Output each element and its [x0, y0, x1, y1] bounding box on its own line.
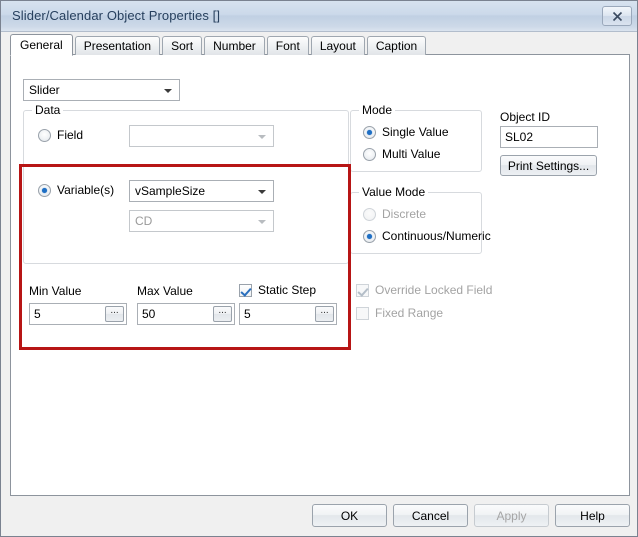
- field-radio-label: Field: [57, 128, 84, 142]
- chevron-down-icon: [258, 220, 266, 224]
- properties-dialog-window: Slider/Calendar Object Properties [] Gen…: [0, 0, 638, 537]
- chevron-down-icon: [164, 89, 172, 93]
- object-id-label: Object ID: [500, 110, 551, 124]
- static-step-browse-button[interactable]: ...: [315, 306, 334, 322]
- min-value-input[interactable]: 5 ...: [29, 303, 127, 325]
- mode-option-single-value[interactable]: Single Value: [363, 125, 449, 139]
- apply-button: Apply: [474, 504, 549, 527]
- fixed-range-label: Fixed Range: [375, 306, 444, 320]
- tab-general[interactable]: General: [10, 34, 73, 56]
- help-button[interactable]: Help: [555, 504, 630, 527]
- data-group-title: Data: [32, 103, 64, 117]
- radio-dot-icon: [363, 125, 376, 139]
- general-tab-panel: Slider Data Field Variable(s) vSampleSiz…: [10, 54, 630, 496]
- field-radio[interactable]: Field: [38, 128, 83, 142]
- static-step-label: Static Step: [258, 283, 317, 297]
- value-mode-group-title: Value Mode: [359, 185, 429, 199]
- tab-caption[interactable]: Caption: [366, 36, 427, 55]
- tab-font[interactable]: Font: [266, 36, 309, 55]
- override-locked-field-label: Override Locked Field: [375, 283, 493, 297]
- mode-option-multi-value-label: Multi Value: [382, 147, 441, 161]
- override-locked-field-checkbox[interactable]: Override Locked Field: [356, 283, 492, 297]
- close-icon[interactable]: [602, 6, 632, 26]
- max-value-browse-button[interactable]: ...: [213, 306, 232, 322]
- value-mode-option-continuous-numeric-label: Continuous/Numeric: [382, 229, 491, 243]
- fixed-range-checkbox[interactable]: Fixed Range: [356, 306, 443, 320]
- cancel-button[interactable]: Cancel: [393, 504, 468, 527]
- radio-dot-icon: [363, 147, 376, 161]
- max-value-text: 50: [142, 307, 156, 321]
- object-id-input[interactable]: SL02: [500, 126, 598, 148]
- mode-option-single-value-label: Single Value: [382, 125, 449, 139]
- mode-group: Mode Single Value Multi Value: [350, 103, 482, 172]
- min-value-browse-button[interactable]: ...: [105, 306, 124, 322]
- mode-option-multi-value[interactable]: Multi Value: [363, 147, 440, 161]
- radio-dot-icon: [38, 183, 51, 197]
- object-type-combo-value: Slider: [29, 83, 60, 97]
- print-settings-button[interactable]: Print Settings...: [500, 155, 597, 176]
- max-value-input[interactable]: 50 ...: [137, 303, 235, 325]
- field-combo[interactable]: [129, 125, 274, 147]
- ok-button[interactable]: OK: [312, 504, 387, 527]
- max-value-label: Max Value: [137, 284, 193, 298]
- variables-radio-label: Variable(s): [57, 183, 115, 197]
- tab-sort[interactable]: Sort: [162, 36, 203, 55]
- secondary-combo-value: CD: [135, 214, 153, 228]
- checkbox-check-icon: [356, 306, 369, 320]
- radio-dot-icon: [363, 207, 376, 221]
- variables-radio[interactable]: Variable(s): [38, 183, 114, 197]
- static-step-text: 5: [244, 307, 251, 321]
- checkbox-check-icon: [356, 283, 369, 297]
- data-group: Data Field Variable(s) vSampleSize CD: [23, 103, 349, 264]
- variables-combo[interactable]: vSampleSize: [129, 180, 274, 202]
- tab-layout[interactable]: Layout: [310, 36, 365, 55]
- checkbox-check-icon: [239, 283, 252, 297]
- radio-dot-icon: [363, 229, 376, 243]
- secondary-combo[interactable]: CD: [129, 210, 274, 232]
- value-mode-group: Value Mode Discrete Continuous/Numeric: [350, 185, 491, 254]
- radio-dot-icon: [38, 128, 51, 142]
- chevron-down-icon: [258, 190, 266, 194]
- title-bar: Slider/Calendar Object Properties []: [1, 1, 637, 32]
- tab-number[interactable]: Number: [204, 36, 265, 55]
- tab-presentation[interactable]: Presentation: [74, 36, 161, 55]
- value-mode-option-continuous-numeric[interactable]: Continuous/Numeric: [363, 229, 491, 243]
- window-title: Slider/Calendar Object Properties []: [12, 8, 221, 23]
- object-id-value: SL02: [505, 130, 534, 144]
- static-step-input[interactable]: 5 ...: [239, 303, 337, 325]
- value-mode-option-discrete[interactable]: Discrete: [363, 207, 426, 221]
- mode-group-title: Mode: [359, 103, 396, 117]
- tab-strip: General Presentation Sort Number Font La…: [10, 34, 428, 56]
- chevron-down-icon: [258, 135, 266, 139]
- static-step-checkbox[interactable]: Static Step: [239, 283, 316, 297]
- min-value-label: Min Value: [29, 284, 82, 298]
- object-type-combo[interactable]: Slider: [23, 79, 180, 101]
- variables-combo-value: vSampleSize: [135, 184, 206, 198]
- value-mode-option-discrete-label: Discrete: [382, 207, 427, 221]
- min-value-text: 5: [34, 307, 41, 321]
